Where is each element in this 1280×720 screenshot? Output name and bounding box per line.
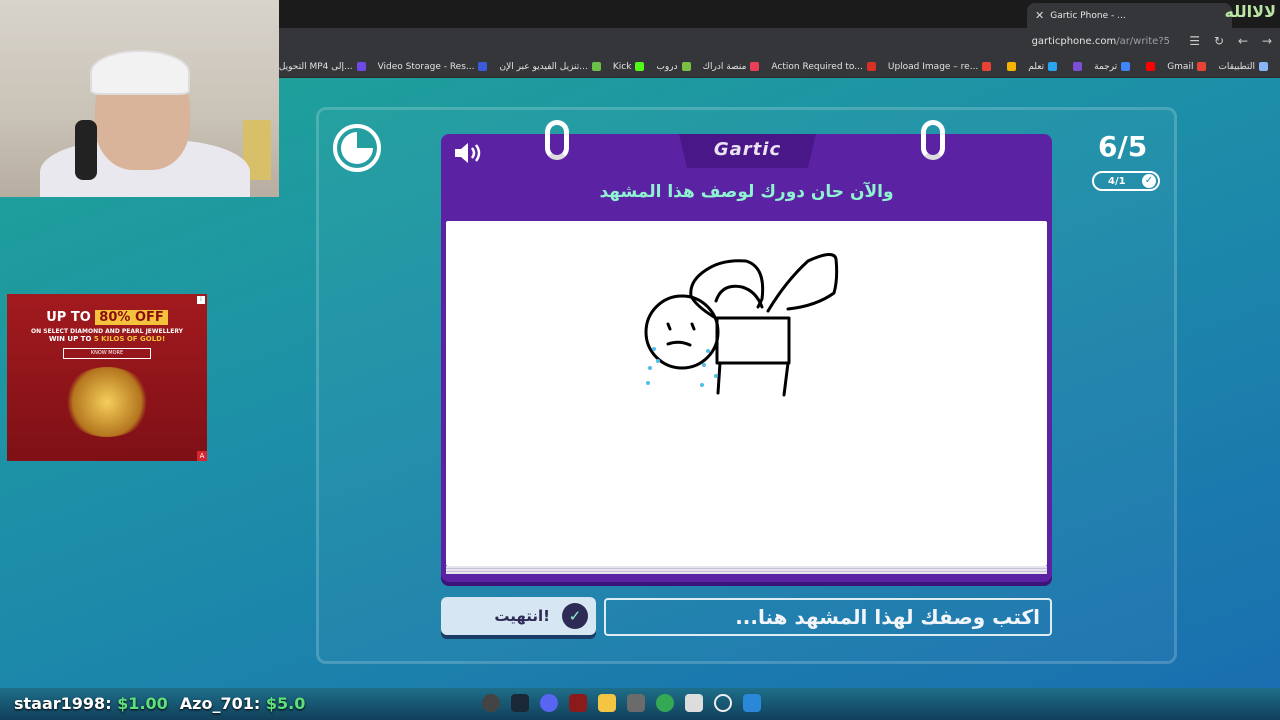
donation-item: Azo_701: $5.0 [180, 694, 306, 713]
round-counter: 6/5 [1098, 130, 1148, 163]
donor-name: Azo_701: [179, 694, 261, 713]
bookmark-item[interactable]: Video Storage - Res... [378, 62, 488, 72]
streamer-webcam [0, 0, 279, 197]
drawing-canvas [446, 221, 1047, 566]
card-ring-right [921, 120, 945, 160]
bookmark-item[interactable]: Gmail [1167, 61, 1207, 72]
bookmark-favicon-icon [1146, 62, 1156, 71]
bookmark-item[interactable]: منصة ادراك [703, 62, 760, 72]
players-done-count: 4/1 [1108, 175, 1126, 187]
bookmark-item[interactable]: Action Required to... [771, 61, 876, 72]
bookmark-favicon-icon [591, 62, 601, 71]
bookmark-favicon-icon [635, 62, 645, 71]
site-settings-icon[interactable]: ☰ [1189, 34, 1200, 48]
speaker-icon[interactable] [453, 142, 483, 164]
card-ring-left [545, 120, 569, 160]
ad-know-more-button[interactable]: KNOW MORE [63, 348, 151, 359]
channel-logo: لالاالله [1224, 2, 1276, 21]
bookmark-favicon-icon [478, 62, 488, 71]
bookmark-favicon-icon [1048, 62, 1058, 71]
check-icon: ✓ [1142, 174, 1156, 188]
players-done-badge: 4/1 ✓ [1092, 171, 1160, 191]
tab-title: Gartic Phone - ... [1050, 10, 1126, 21]
bookmark-favicon-icon [866, 62, 876, 71]
taskbar-icons [482, 694, 761, 712]
url-field[interactable]: garticphone.com/ar/write?5 [1032, 36, 1170, 47]
bookmark-item[interactable] [1142, 62, 1156, 71]
gartic-logo: Gartic [713, 139, 782, 160]
bookmark-item[interactable]: التطبيقات [1218, 62, 1268, 72]
donation-item: staar1998: $1.00 [14, 694, 168, 713]
drawing-sketch [644, 253, 839, 397]
search-icon[interactable] [714, 694, 732, 712]
obs-icon[interactable] [482, 694, 500, 712]
windows-start-icon[interactable] [743, 694, 761, 712]
prompt-card: Gartic والآن حان دورك لوصف هذا المشهد [441, 120, 1052, 582]
bookmark-item[interactable] [1003, 62, 1017, 71]
close-tab-icon[interactable]: ✕ [1035, 9, 1044, 22]
notepad-icon[interactable] [685, 694, 703, 712]
donation-amount: $1.00 [117, 694, 168, 713]
bookmark-item[interactable]: دروب [656, 61, 691, 72]
app-icon[interactable] [627, 694, 645, 712]
bookmark-label: منصة ادراك [702, 61, 747, 72]
bookmark-label: Kick [612, 61, 632, 72]
donation-amount: $5.0 [265, 694, 306, 713]
donation-ticker: staar1998: $1.00 Azo_701: $5.0 [14, 694, 305, 713]
bookmark-label: تعلم [1028, 61, 1045, 72]
steam-icon[interactable] [511, 694, 529, 712]
bookmark-item[interactable]: تعلم [1028, 61, 1058, 72]
bookmark-favicon-icon [1007, 62, 1017, 71]
ad-info-icon[interactable]: i [197, 296, 205, 304]
bookmark-favicon-icon [1073, 62, 1083, 71]
bookmark-item[interactable]: تنزيل الفيديو عبر الإن... [499, 61, 601, 72]
done-check-icon: ✓ [562, 603, 588, 629]
bookmark-label: Action Required to... [771, 61, 863, 72]
voicemeeter-icon[interactable] [569, 694, 587, 712]
bookmark-label: Gmail [1167, 61, 1194, 72]
microphone-icon [75, 120, 97, 180]
bookmark-label: Upload Image – re... [887, 61, 979, 72]
notebook-pages [446, 566, 1047, 574]
done-button[interactable]: انتهيت! ✓ [441, 597, 596, 635]
url-path: /ar/write?5 [1116, 36, 1170, 47]
bookmark-favicon-icon [750, 62, 760, 71]
ad-badge: A [197, 451, 207, 461]
ad-subline: ON SELECT DIAMOND AND PEARL JEWELLERY [31, 328, 183, 335]
bookmark-label: ترجمة [1094, 61, 1118, 72]
file-explorer-icon[interactable] [598, 694, 616, 712]
url-host: garticphone.com [1031, 36, 1117, 47]
bookmark-item[interactable]: ترجمة [1094, 61, 1131, 72]
bookmark-favicon-icon [681, 62, 691, 71]
bookmark-label: تنزيل الفيديو عبر الإن... [499, 61, 588, 72]
done-label: انتهيت! [494, 607, 550, 625]
ad-gold-artwork [62, 367, 152, 437]
timer-icon [333, 124, 381, 172]
bookmark-favicon-icon [1197, 62, 1207, 71]
bookmark-item[interactable]: Kick [613, 62, 645, 72]
bookmark-item[interactable]: Upload Image – re... [887, 61, 992, 72]
prompt-text: والآن حان دورك لوصف هذا المشهد [599, 182, 894, 202]
forward-arrow-icon[interactable]: ← [1238, 34, 1248, 48]
bookmark-favicon-icon [1121, 62, 1131, 71]
back-arrow-icon[interactable]: → [1262, 34, 1272, 48]
bookmark-label: التطبيقات [1218, 61, 1255, 72]
bookmark-favicon-icon [1259, 62, 1268, 71]
bookmark-item[interactable]: التحويل من MP4 إلى... [264, 62, 366, 72]
ad-gold-line: WIN UP TO 5 KILOS OF GOLD! [48, 335, 166, 343]
tab-gartic-phone[interactable]: ✕ Gartic Phone - ... [1027, 3, 1232, 28]
chrome-icon[interactable] [656, 694, 674, 712]
bookmark-item[interactable] [1069, 62, 1083, 71]
description-input[interactable] [604, 598, 1052, 636]
ad-headline: UP TO 80% OFF [7, 310, 207, 325]
bookmark-label: Video Storage - Res... [377, 61, 475, 72]
reload-icon[interactable]: ↻ [1214, 34, 1224, 48]
bookmark-favicon-icon [356, 62, 366, 71]
bookmark-favicon-icon [982, 62, 992, 71]
bookmark-label: دروب [656, 61, 678, 72]
discord-icon[interactable] [540, 694, 558, 712]
webcam-person-cap [90, 50, 190, 95]
jewellery-ad[interactable]: i UP TO 80% OFF ON SELECT DIAMOND AND PE… [7, 294, 207, 461]
donor-name: staar1998: [14, 694, 112, 713]
